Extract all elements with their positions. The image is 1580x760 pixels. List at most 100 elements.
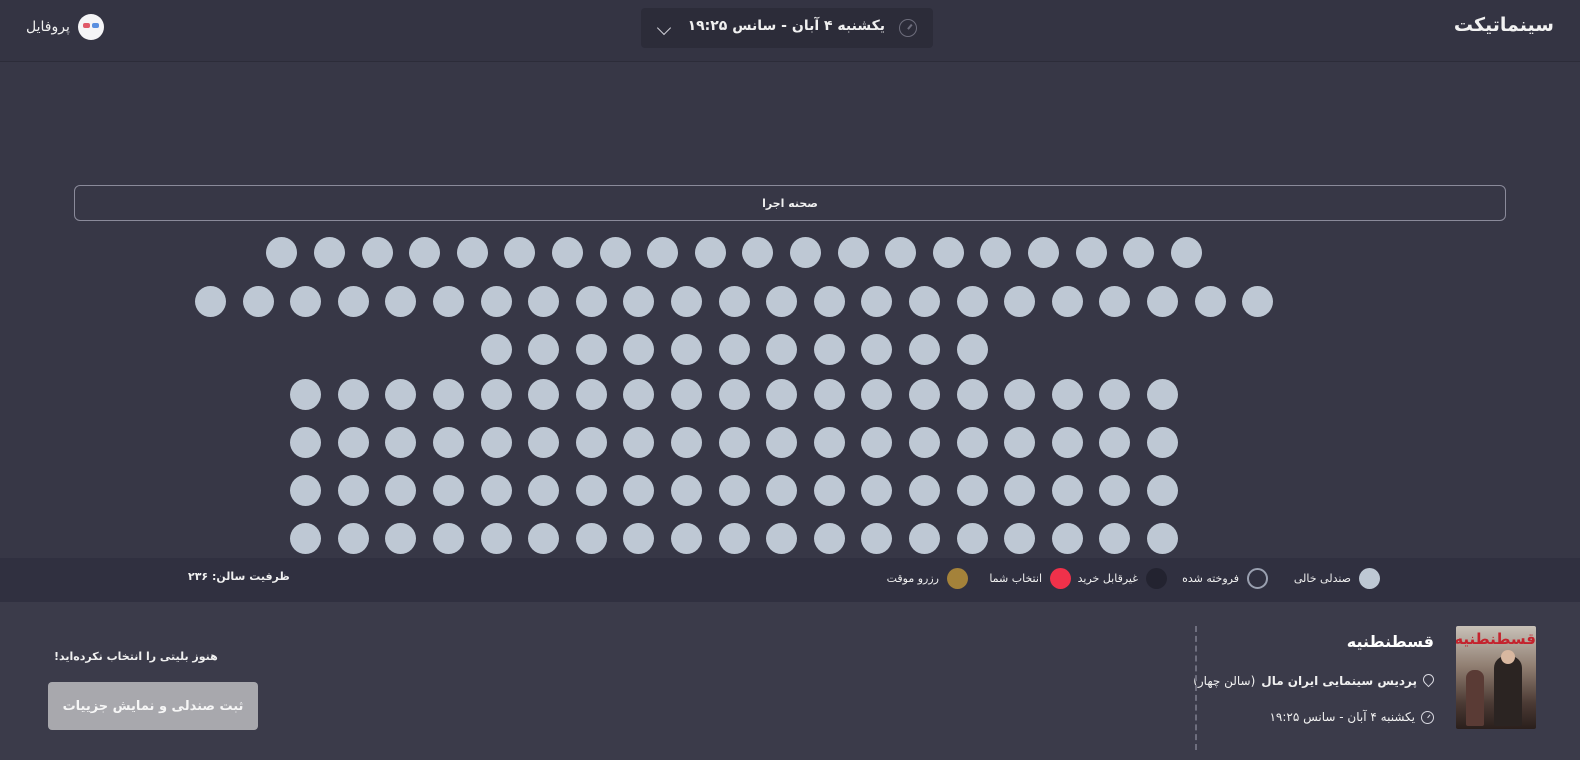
seat[interactable] <box>432 379 464 410</box>
seat[interactable] <box>528 427 560 458</box>
seat[interactable] <box>1146 427 1178 458</box>
seat[interactable] <box>861 427 893 458</box>
seat[interactable] <box>670 427 702 458</box>
seat[interactable] <box>885 237 917 268</box>
seat[interactable] <box>480 334 512 365</box>
seat[interactable] <box>337 523 369 554</box>
seat[interactable] <box>432 286 464 317</box>
seat[interactable] <box>1051 286 1083 317</box>
seat[interactable] <box>1051 427 1083 458</box>
seat[interactable] <box>575 334 607 365</box>
seat[interactable] <box>956 427 988 458</box>
seat[interactable] <box>1146 475 1178 506</box>
seat[interactable] <box>813 523 845 554</box>
seat[interactable] <box>670 334 702 365</box>
seat[interactable] <box>861 475 893 506</box>
seat[interactable] <box>1099 427 1131 458</box>
seat[interactable] <box>766 334 798 365</box>
seat[interactable] <box>528 286 560 317</box>
seat[interactable] <box>861 523 893 554</box>
seat[interactable] <box>623 334 655 365</box>
seat[interactable] <box>575 523 607 554</box>
seat[interactable] <box>337 427 369 458</box>
seat[interactable] <box>908 379 940 410</box>
seat[interactable] <box>290 475 322 506</box>
seat[interactable] <box>623 427 655 458</box>
seat[interactable] <box>1146 379 1178 410</box>
seat[interactable] <box>623 523 655 554</box>
seat[interactable] <box>623 379 655 410</box>
seat[interactable] <box>337 475 369 506</box>
seat[interactable] <box>337 379 369 410</box>
site-logo[interactable]: سینماتیکت <box>1454 14 1555 36</box>
seat[interactable] <box>1194 286 1226 317</box>
seat[interactable] <box>766 475 798 506</box>
seat[interactable] <box>670 286 702 317</box>
seat[interactable] <box>290 427 322 458</box>
seat[interactable] <box>1099 379 1131 410</box>
seat[interactable] <box>480 379 512 410</box>
seat[interactable] <box>908 523 940 554</box>
seat[interactable] <box>528 475 560 506</box>
seat[interactable] <box>956 523 988 554</box>
seat[interactable] <box>290 286 322 317</box>
seat[interactable] <box>742 237 774 268</box>
seat[interactable] <box>385 286 417 317</box>
seat[interactable] <box>385 427 417 458</box>
seat[interactable] <box>670 475 702 506</box>
seat[interactable] <box>861 379 893 410</box>
seat[interactable] <box>908 427 940 458</box>
seat[interactable] <box>1004 523 1036 554</box>
seat[interactable] <box>266 237 298 268</box>
seat[interactable] <box>480 475 512 506</box>
seat[interactable] <box>908 334 940 365</box>
seat[interactable] <box>766 523 798 554</box>
seat[interactable] <box>528 523 560 554</box>
seat[interactable] <box>575 427 607 458</box>
seat[interactable] <box>575 475 607 506</box>
seat[interactable] <box>1242 286 1274 317</box>
seat[interactable] <box>599 237 631 268</box>
seat[interactable] <box>432 523 464 554</box>
seat[interactable] <box>337 286 369 317</box>
seat[interactable] <box>1051 475 1083 506</box>
seat[interactable] <box>1123 237 1155 268</box>
seat[interactable] <box>908 286 940 317</box>
seat[interactable] <box>361 237 393 268</box>
seat[interactable] <box>480 427 512 458</box>
seat[interactable] <box>813 475 845 506</box>
seat[interactable] <box>980 237 1012 268</box>
seat[interactable] <box>718 475 750 506</box>
seat[interactable] <box>718 286 750 317</box>
seat[interactable] <box>385 523 417 554</box>
seat[interactable] <box>242 286 274 317</box>
submit-seats-button[interactable]: ثبت صندلی و نمایش جزییات <box>48 682 258 730</box>
seat[interactable] <box>789 237 821 268</box>
seat[interactable] <box>1146 286 1178 317</box>
seat[interactable] <box>956 334 988 365</box>
seat[interactable] <box>1075 237 1107 268</box>
seat[interactable] <box>290 379 322 410</box>
seat[interactable] <box>1004 379 1036 410</box>
seat[interactable] <box>385 475 417 506</box>
seat[interactable] <box>575 379 607 410</box>
seat[interactable] <box>813 334 845 365</box>
seat[interactable] <box>694 237 726 268</box>
seat[interactable] <box>409 237 441 268</box>
seat[interactable] <box>670 523 702 554</box>
seat[interactable] <box>1099 286 1131 317</box>
seat[interactable] <box>385 379 417 410</box>
seat[interactable] <box>1004 427 1036 458</box>
seat[interactable] <box>1051 523 1083 554</box>
seat[interactable] <box>956 379 988 410</box>
seat[interactable] <box>1051 379 1083 410</box>
seat[interactable] <box>480 286 512 317</box>
seat[interactable] <box>718 427 750 458</box>
seat[interactable] <box>766 286 798 317</box>
seat[interactable] <box>766 379 798 410</box>
seat[interactable] <box>1170 237 1202 268</box>
seat[interactable] <box>575 286 607 317</box>
seat[interactable] <box>528 334 560 365</box>
seat[interactable] <box>456 237 488 268</box>
seat[interactable] <box>1004 475 1036 506</box>
